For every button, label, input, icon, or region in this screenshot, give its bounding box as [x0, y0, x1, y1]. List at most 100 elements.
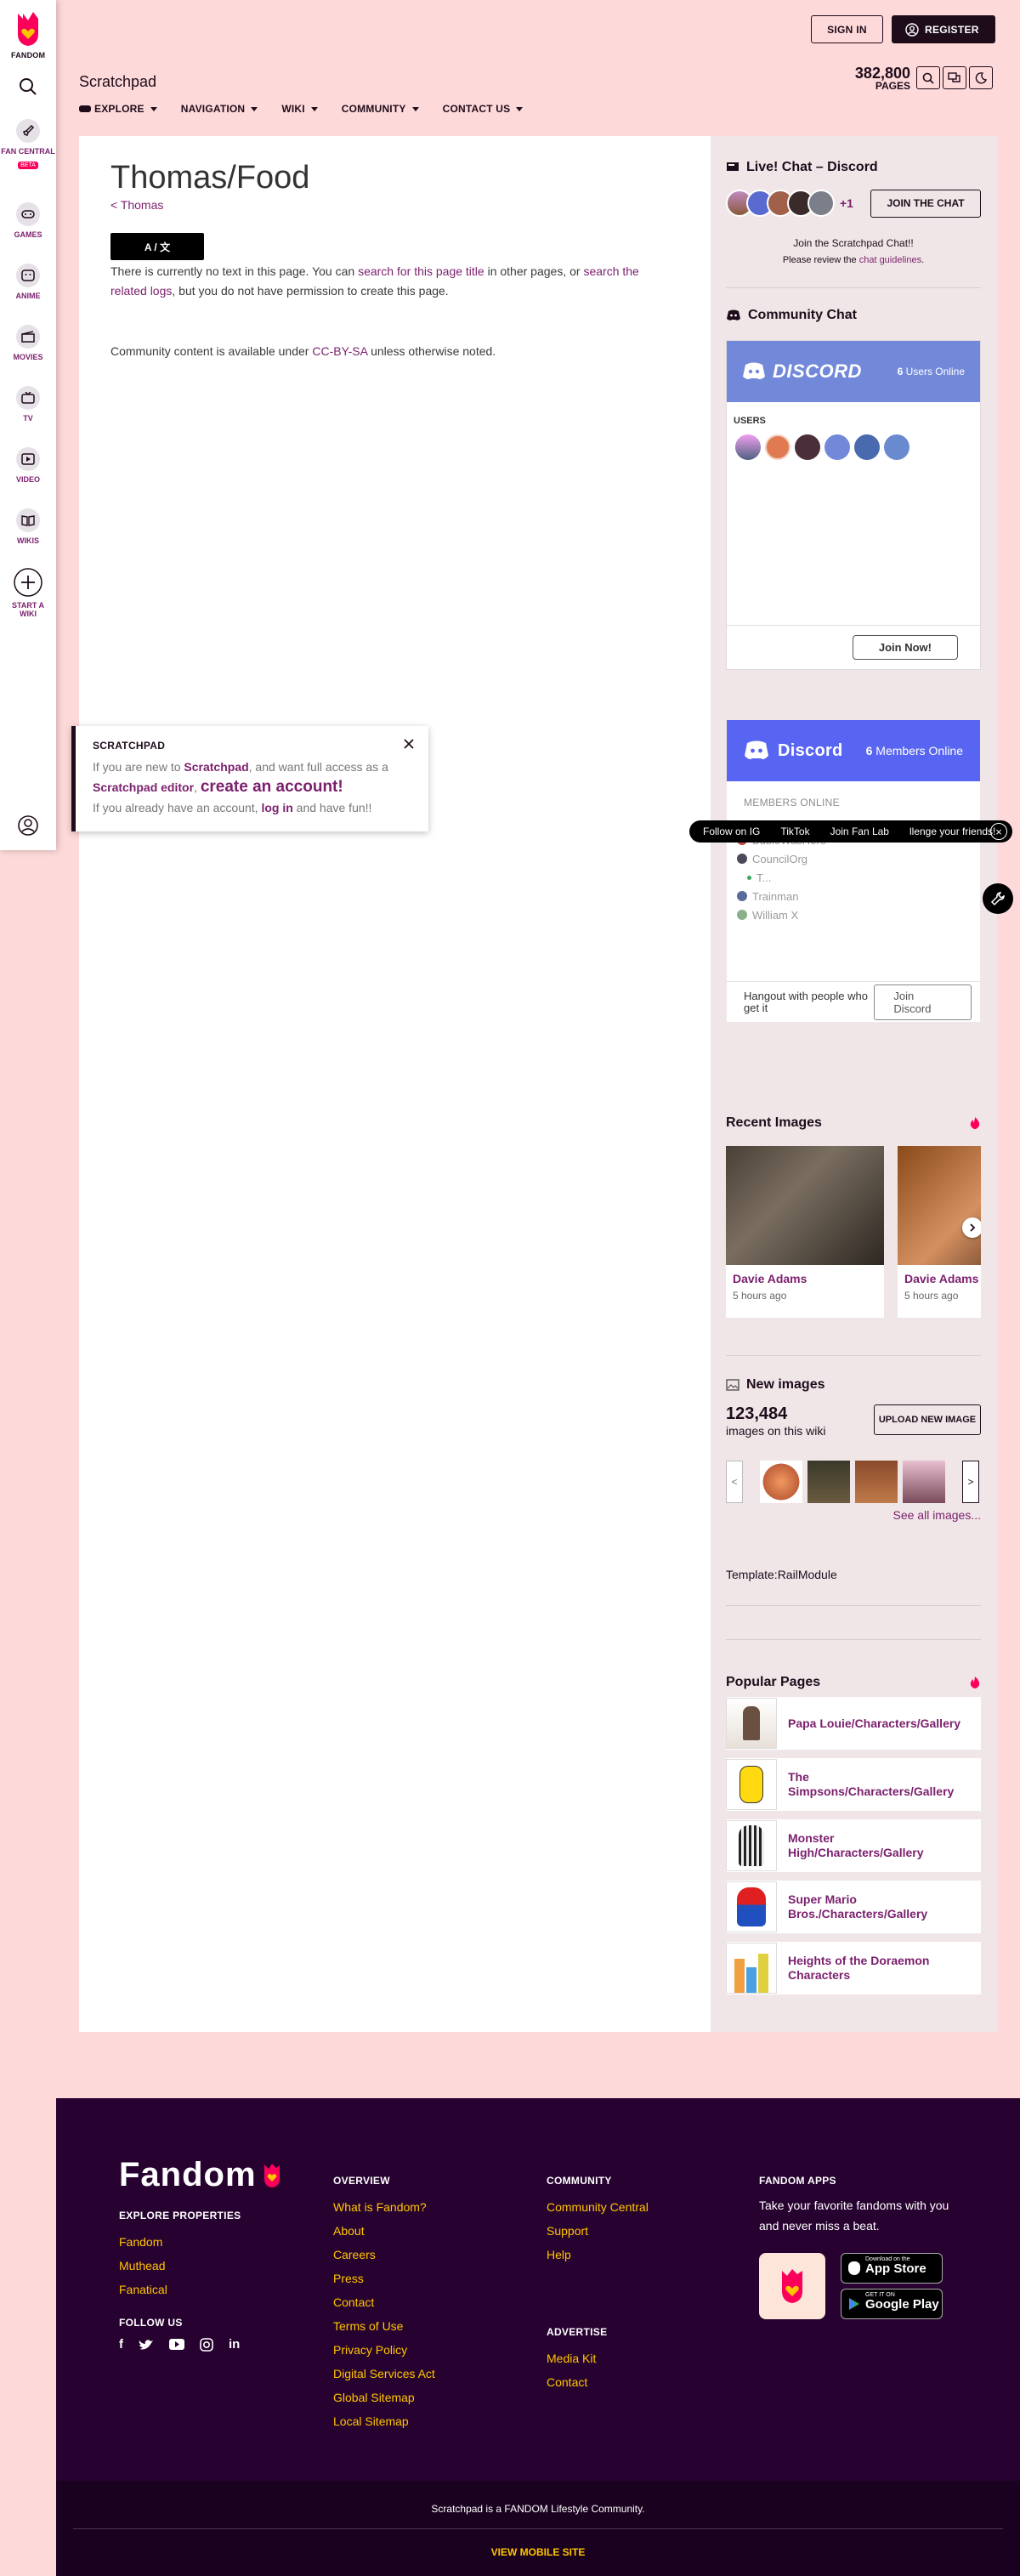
footer-link[interactable]: Global Sitemap — [333, 2386, 435, 2409]
footer-brand-col: Fandom EXPLORE PROPERTIES Fandom Muthead… — [119, 2156, 282, 2352]
carousel-next-button[interactable] — [962, 1217, 981, 1238]
instagram-icon[interactable] — [200, 2337, 213, 2352]
editor-link[interactable]: Scratchpad editor — [93, 780, 194, 794]
sign-in-button[interactable]: SIGN IN — [811, 15, 883, 43]
footer-link[interactable]: Press — [333, 2267, 435, 2290]
nav-contact-us[interactable]: CONTACT US — [443, 103, 524, 115]
member-item[interactable]: Trainman — [737, 887, 980, 905]
user-avatar-icon[interactable] — [17, 814, 39, 837]
avatar[interactable] — [795, 434, 820, 460]
join-chat-button[interactable]: JOIN THE CHAT — [870, 189, 981, 218]
app-store-badge[interactable]: Download on the App Store — [841, 2253, 943, 2284]
avatar[interactable] — [765, 434, 790, 460]
new-image-thumb[interactable] — [760, 1461, 802, 1503]
member-item[interactable]: T... — [747, 868, 980, 887]
log-in-link[interactable]: log in — [261, 801, 292, 814]
new-image-thumb[interactable] — [855, 1461, 898, 1503]
fandom-footer-logo[interactable]: Fandom — [119, 2156, 282, 2194]
register-button[interactable]: REGISTER — [892, 15, 995, 43]
popular-page-item[interactable]: Monster High/Characters/Gallery — [726, 1819, 981, 1872]
gnav-fan-central[interactable]: FAN CENTRAL BETA — [0, 119, 56, 171]
join-now-button[interactable]: Join Now! — [852, 635, 958, 660]
footer-link[interactable]: What is Fandom? — [333, 2195, 435, 2219]
footer-link[interactable]: Fandom — [119, 2230, 282, 2254]
view-mobile-site-link[interactable]: VIEW MOBILE SITE — [56, 2529, 1020, 2558]
challenge-friends-link[interactable]: llenge your friends! — [910, 826, 995, 837]
gnav-video[interactable]: VIDEO — [0, 447, 56, 484]
footer-link[interactable]: Community Central — [547, 2195, 649, 2219]
search-title-link[interactable]: search for this page title — [358, 264, 484, 278]
footer-link[interactable]: Help — [547, 2243, 649, 2267]
nav-explore[interactable]: EXPLORE — [79, 103, 157, 115]
footer-link[interactable]: Contact — [333, 2290, 435, 2314]
footer-link[interactable]: Muthead — [119, 2254, 282, 2278]
footer-link[interactable]: Local Sitemap — [333, 2409, 435, 2433]
see-all-images-link[interactable]: See all images... — [726, 1508, 982, 1522]
nav-navigation[interactable]: NAVIGATION — [181, 103, 258, 115]
nav-label: WIKI — [281, 103, 305, 115]
footer-link[interactable]: Careers — [333, 2243, 435, 2267]
search-icon[interactable] — [18, 77, 38, 97]
next-images-button[interactable]: > — [962, 1461, 979, 1503]
follow-ig-link[interactable]: Follow on IG — [703, 826, 760, 837]
popular-page-item[interactable]: Papa Louie/Characters/Gallery — [726, 1697, 981, 1750]
gnav-start-wiki[interactable]: START A WIKI — [0, 568, 56, 618]
prev-images-button[interactable]: < — [726, 1461, 743, 1503]
popular-page-item[interactable]: Heights of the Doraemon Characters — [726, 1942, 981, 1994]
close-icon[interactable]: × — [990, 823, 1007, 840]
nav-wiki[interactable]: WIKI — [281, 103, 318, 115]
avatar[interactable] — [854, 434, 880, 460]
gnav-tv[interactable]: TV — [0, 386, 56, 423]
parent-page-link[interactable]: < Thomas — [110, 198, 163, 212]
wrench-tools-icon[interactable] — [983, 883, 1013, 914]
close-popup-icon[interactable] — [403, 738, 415, 750]
chat-guidelines-link[interactable]: chat guidelines — [859, 255, 921, 265]
gnav-games[interactable]: GAMES — [0, 202, 56, 239]
fandom-logo[interactable]: FANDOM — [11, 10, 45, 60]
popular-page-item[interactable]: Super Mario Bros./Characters/Gallery — [726, 1881, 981, 1933]
footer-link[interactable]: Terms of Use — [333, 2314, 435, 2338]
footer-link[interactable]: Fanatical — [119, 2278, 282, 2301]
join-fan-lab-link[interactable]: Join Fan Lab — [830, 826, 889, 837]
create-account-link[interactable]: create an account! — [201, 778, 343, 796]
member-item[interactable]: CouncilOrg — [737, 849, 980, 868]
new-image-thumb[interactable] — [903, 1461, 945, 1503]
footer-link[interactable]: Support — [547, 2219, 649, 2243]
footer-link[interactable]: Digital Services Act — [333, 2362, 435, 2386]
join-discord-button[interactable]: Join Discord — [874, 984, 972, 1020]
google-play-badge[interactable]: GET IT ON Google Play — [841, 2289, 943, 2319]
wiki-link[interactable]: Scratchpad — [184, 760, 248, 774]
license-link[interactable]: CC-BY-SA — [312, 344, 367, 358]
twitter-icon[interactable] — [139, 2339, 154, 2351]
footer-link[interactable]: Media Kit — [547, 2346, 649, 2370]
discord-wordmark: DISCORD — [773, 360, 862, 382]
search-button[interactable] — [916, 66, 940, 89]
avatar[interactable] — [884, 434, 910, 460]
linkedin-icon[interactable]: in — [229, 2337, 240, 2352]
theme-toggle-button[interactable] — [969, 66, 993, 89]
popup-line: If you already have an account, log in a… — [93, 797, 411, 818]
wiki-name[interactable]: Scratchpad — [79, 73, 156, 91]
gnav-wikis[interactable]: WIKIS — [0, 508, 56, 545]
popular-page-item[interactable]: The Simpsons/Characters/Gallery — [726, 1758, 981, 1811]
fandom-apps-title: FANDOM APPS — [759, 2175, 836, 2187]
gnav-movies[interactable]: MOVIES — [0, 325, 56, 361]
avatar[interactable] — [824, 434, 850, 460]
upload-image-button[interactable]: UPLOAD NEW IMAGE — [874, 1404, 981, 1435]
youtube-icon[interactable] — [169, 2339, 184, 2350]
avatar[interactable] — [735, 434, 761, 460]
gnav-anime[interactable]: ANIME — [0, 264, 56, 300]
footer-link[interactable]: Contact — [547, 2370, 649, 2394]
tiktok-link[interactable]: TikTok — [780, 826, 809, 837]
footer-link[interactable]: About — [333, 2219, 435, 2243]
fandom-app-icon[interactable] — [759, 2253, 825, 2319]
avatar[interactable] — [808, 190, 835, 217]
member-item[interactable]: William X — [737, 905, 980, 924]
nav-community[interactable]: COMMUNITY — [342, 103, 419, 115]
language-button[interactable]: A / 文 — [110, 233, 204, 260]
facebook-icon[interactable]: f — [119, 2337, 123, 2352]
new-image-thumb[interactable] — [808, 1461, 850, 1503]
recent-image-card[interactable]: Davie Adams 5 hours ago — [726, 1146, 884, 1318]
discussions-button[interactable] — [943, 66, 966, 89]
footer-link[interactable]: Privacy Policy — [333, 2338, 435, 2362]
